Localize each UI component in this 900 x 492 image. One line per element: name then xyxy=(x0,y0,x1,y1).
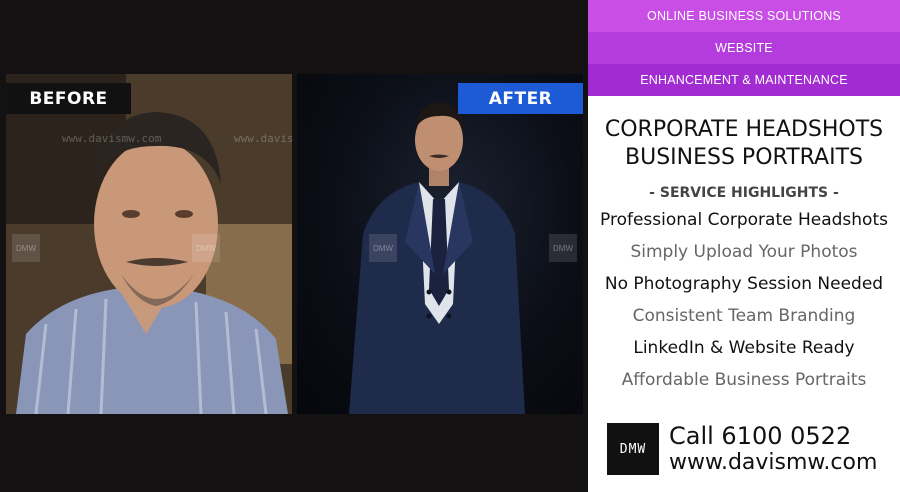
title-line-1: CORPORATE HEADSHOTS xyxy=(604,117,884,142)
highlight-item: Consistent Team Branding xyxy=(632,306,856,326)
title-line-2: BUSINESS PORTRAITS xyxy=(625,145,863,170)
phone-number[interactable]: Call 6100 0522 xyxy=(669,422,877,450)
highlight-item: Simply Upload Your Photos xyxy=(630,242,858,262)
before-photo: BEFORE www.davismw.com www.davismw.com D… xyxy=(6,74,292,414)
page-title: CORPORATE HEADSHOTS BUSINESS PORTRAITS xyxy=(588,116,900,172)
highlight-item: Affordable Business Portraits xyxy=(621,370,867,390)
nav-website[interactable]: WEBSITE xyxy=(588,32,900,64)
highlight-item: Professional Corporate Headshots xyxy=(600,210,888,230)
nav-enhancement-maintenance[interactable]: ENHANCEMENT & MAINTENANCE xyxy=(588,64,900,96)
watermark-logo: DMW xyxy=(549,234,577,262)
after-label: AFTER xyxy=(458,83,583,114)
highlight-item: LinkedIn & Website Ready xyxy=(633,338,855,358)
watermark-text: www.davismw.com xyxy=(62,132,162,145)
comparison-panel: BEFORE www.davismw.com www.davismw.com D… xyxy=(0,0,588,492)
watermark-logo: DMW xyxy=(12,234,40,262)
dmw-logo: DMW xyxy=(607,423,659,475)
before-label: BEFORE xyxy=(6,83,131,114)
highlights-heading: - SERVICE HIGHLIGHTS - xyxy=(649,185,839,201)
website-link[interactable]: www.davismw.com xyxy=(669,450,877,476)
before-person-illustration xyxy=(6,74,292,414)
service-panel: ONLINE BUSINESS SOLUTIONS WEBSITE ENHANC… xyxy=(588,0,900,492)
highlight-item: No Photography Session Needed xyxy=(604,274,884,294)
watermark-logo: DMW xyxy=(369,234,397,262)
contact-block: DMW Call 6100 0522 www.davismw.com xyxy=(607,422,877,476)
watermark-logo: DMW xyxy=(192,234,220,262)
after-photo: AFTER DMW DMW xyxy=(297,74,583,414)
contact-text: Call 6100 0522 www.davismw.com xyxy=(669,422,877,476)
nav-online-business-solutions[interactable]: ONLINE BUSINESS SOLUTIONS xyxy=(588,0,900,32)
watermark-text: www.davismw.com xyxy=(234,132,292,145)
highlights-list: Professional Corporate Headshots Simply … xyxy=(588,204,900,396)
after-person-illustration xyxy=(349,102,525,414)
